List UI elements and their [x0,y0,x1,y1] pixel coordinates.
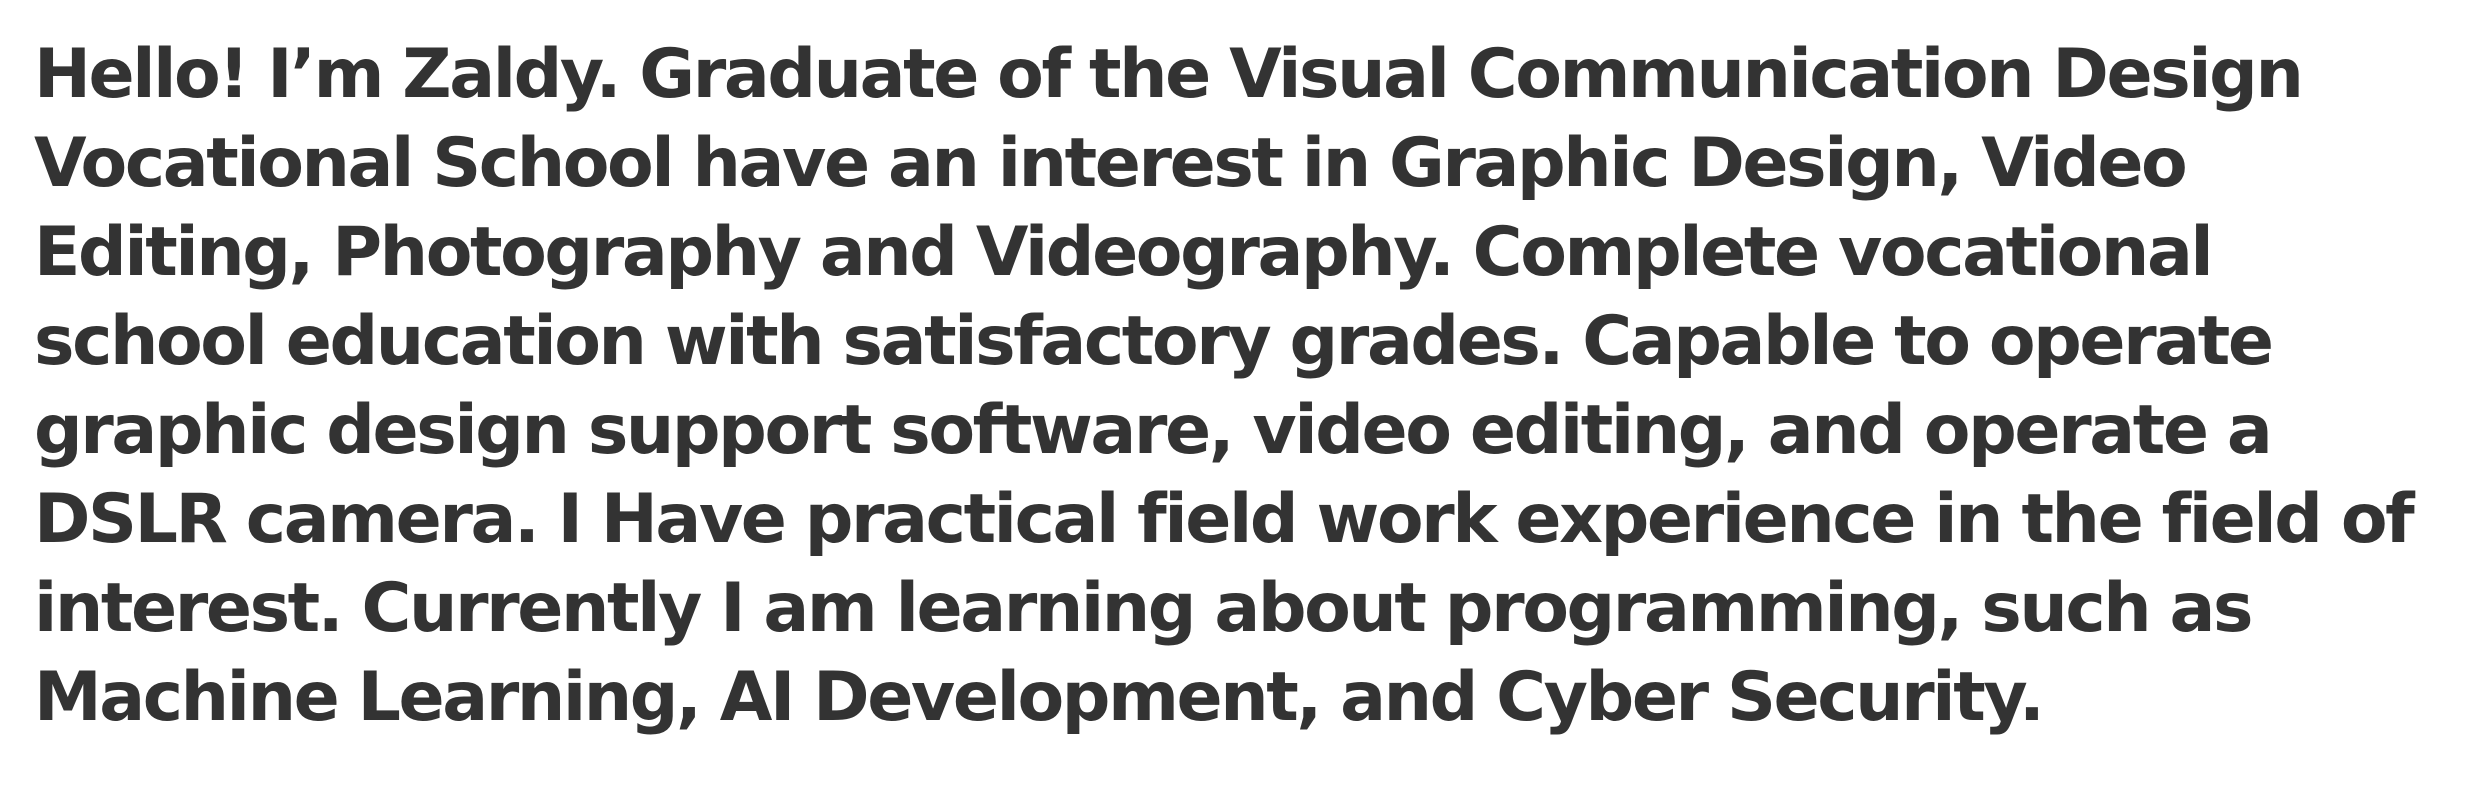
bio-line-3: Editing, Photography and Videography. Co… [34,213,2214,292]
bio-line-4: school education with satisfactory grade… [34,302,2274,381]
bio-line-1: Hello! I’m Zaldy. Graduate of the Visual… [34,35,2304,114]
bio-paragraph: Hello! I’m Zaldy. Graduate of the Visual… [34,30,2460,742]
page: Hello! I’m Zaldy. Graduate of the Visual… [0,0,2480,798]
bio-line-7: interest. Currently I am learning about … [34,569,2253,648]
bio-line-5: graphic design support software, video e… [34,391,2273,470]
bio-line-6: DSLR camera. I Have practical field work… [34,480,2415,559]
bio-line-2: Vocational School have an interest in Gr… [34,124,2188,203]
bio-line-8: Machine Learning, AI Development, and Cy… [34,658,2045,737]
